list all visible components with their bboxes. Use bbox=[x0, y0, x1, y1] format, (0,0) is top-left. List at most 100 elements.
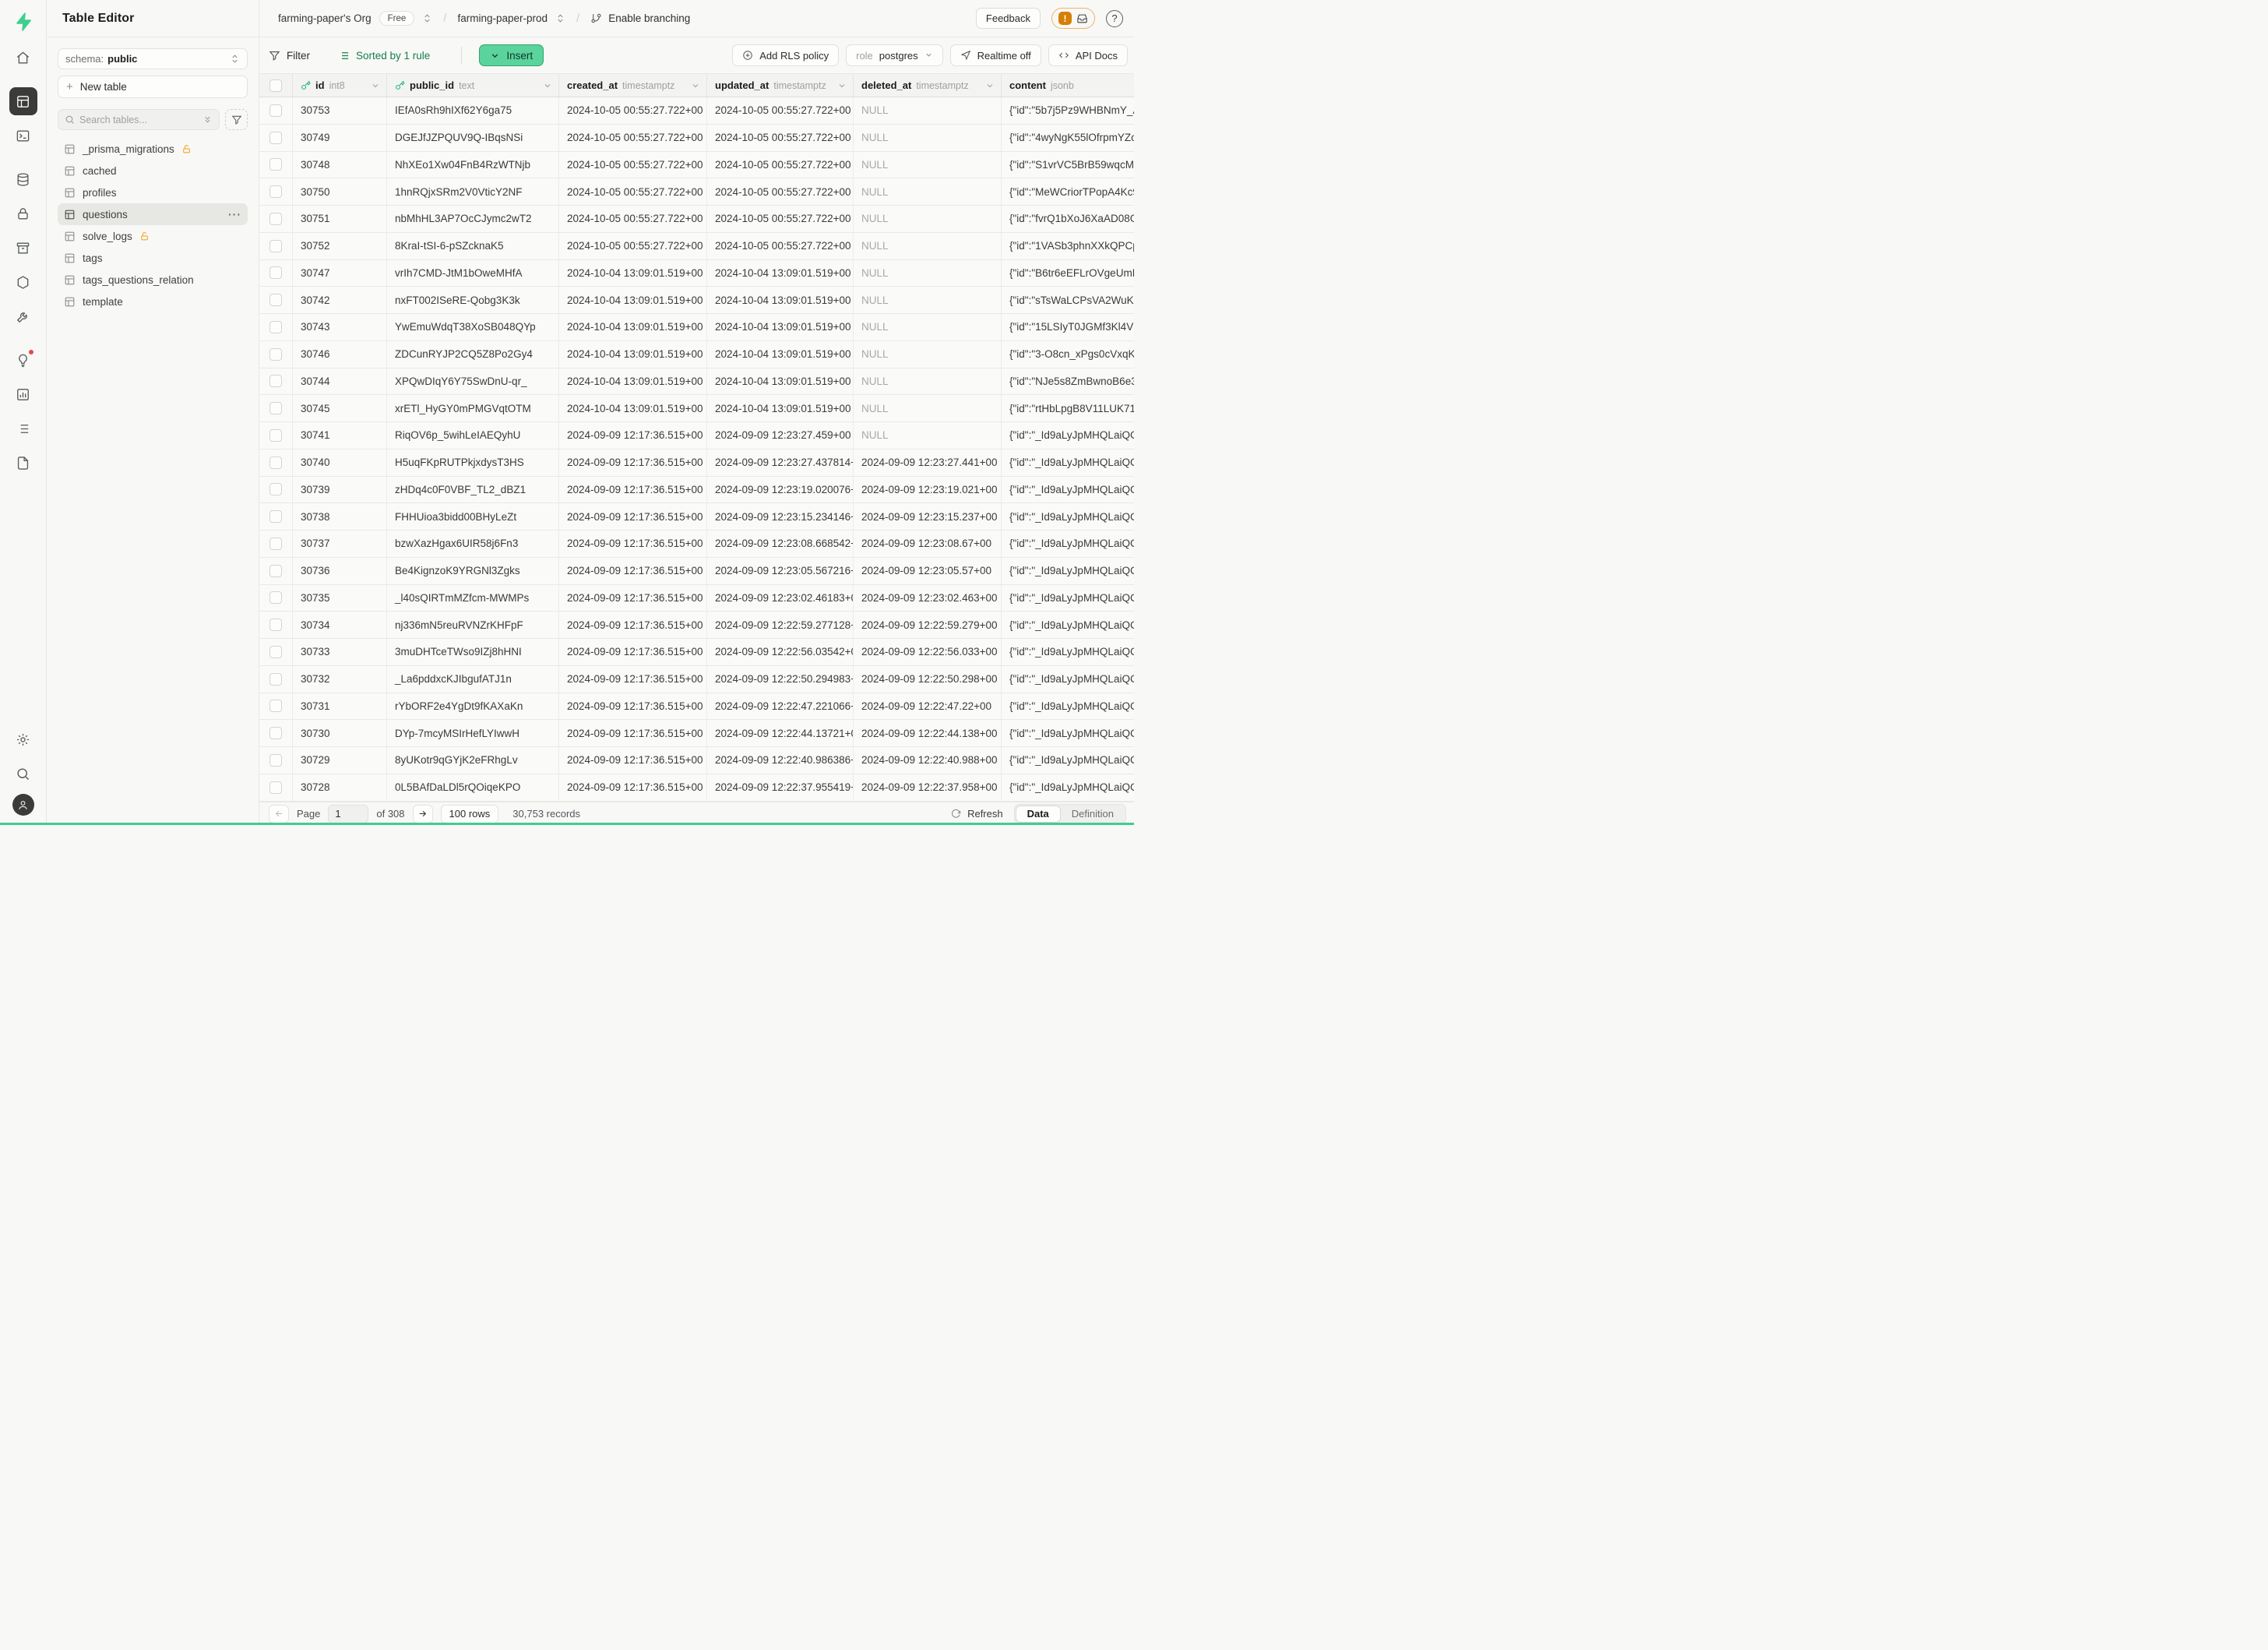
cell-content[interactable]: {"id":"NJe5s8ZmBwnoB6e3s bbox=[1002, 368, 1134, 395]
cell-content[interactable]: {"id":"_Id9aLyJpMHQLaiQC bbox=[1002, 747, 1134, 774]
table-row[interactable]: 30743 YwEmuWdqT38XoSB048QYp 2024-10-04 1… bbox=[259, 314, 1134, 341]
cell-updated-at[interactable]: 2024-10-04 13:09:01.519+00 bbox=[707, 395, 854, 421]
cell-deleted-at[interactable]: NULL bbox=[854, 178, 1002, 205]
next-page-button[interactable] bbox=[413, 805, 433, 823]
cell-updated-at[interactable]: 2024-09-09 12:23:05.567216+00 bbox=[707, 558, 854, 584]
cell-public-id[interactable]: 0L5BAfDaLDl5rQOiqeKPO bbox=[387, 774, 559, 801]
nav-sql-editor-icon[interactable] bbox=[9, 122, 37, 150]
cell-id[interactable]: 30730 bbox=[293, 720, 387, 746]
cell-created-at[interactable]: 2024-09-09 12:17:36.515+00 bbox=[559, 477, 707, 503]
cell-created-at[interactable]: 2024-10-05 00:55:27.722+00 bbox=[559, 97, 707, 124]
cell-created-at[interactable]: 2024-09-09 12:17:36.515+00 bbox=[559, 666, 707, 693]
cell-deleted-at[interactable]: 2024-09-09 12:23:05.57+00 bbox=[854, 558, 1002, 584]
table-item-menu-icon[interactable]: ··· bbox=[228, 208, 241, 220]
table-row[interactable]: 30745 xrETl_HyGY0mPMGVqtOTM 2024-10-04 1… bbox=[259, 395, 1134, 422]
chevron-down-icon[interactable] bbox=[543, 81, 552, 90]
previous-page-button[interactable] bbox=[269, 805, 289, 823]
row-checkbox[interactable] bbox=[269, 457, 282, 469]
cell-public-id[interactable]: rYbORF2e4YgDt9fKAXaKn bbox=[387, 693, 559, 720]
row-checkbox[interactable] bbox=[269, 727, 282, 739]
cell-deleted-at[interactable]: NULL bbox=[854, 233, 1002, 259]
sidebar-table-tags[interactable]: tags bbox=[58, 247, 248, 269]
refresh-button[interactable]: Refresh bbox=[951, 808, 1003, 820]
cell-created-at[interactable]: 2024-10-04 13:09:01.519+00 bbox=[559, 287, 707, 313]
cell-created-at[interactable]: 2024-09-09 12:17:36.515+00 bbox=[559, 558, 707, 584]
table-filter-button[interactable] bbox=[225, 109, 248, 130]
cell-public-id[interactable]: 8KraI-tSI-6-pSZcknaK5 bbox=[387, 233, 559, 259]
sidebar-table-template[interactable]: template bbox=[58, 291, 248, 312]
cell-deleted-at[interactable]: 2024-09-09 12:22:47.22+00 bbox=[854, 693, 1002, 720]
table-row[interactable]: 30749 DGEJfJZPQUV9Q-IBqsNSi 2024-10-05 0… bbox=[259, 125, 1134, 152]
cell-id[interactable]: 30748 bbox=[293, 152, 387, 178]
cell-updated-at[interactable]: 2024-09-09 12:23:19.020076+00 bbox=[707, 477, 854, 503]
table-row[interactable]: 30746 ZDCunRYJP2CQ5Z8Po2Gy4 2024-10-04 1… bbox=[259, 341, 1134, 368]
cell-content[interactable]: {"id":"_Id9aLyJpMHQLaiQC bbox=[1002, 666, 1134, 693]
cell-updated-at[interactable]: 2024-10-04 13:09:01.519+00 bbox=[707, 368, 854, 395]
table-row[interactable]: 30732 _La6pddxcKJIbgufATJ1n 2024-09-09 1… bbox=[259, 666, 1134, 693]
cell-updated-at[interactable]: 2024-10-05 00:55:27.722+00 bbox=[707, 152, 854, 178]
row-checkbox[interactable] bbox=[269, 510, 282, 523]
cell-updated-at[interactable]: 2024-09-09 12:23:27.459+00 bbox=[707, 422, 854, 449]
cell-deleted-at[interactable]: NULL bbox=[854, 341, 1002, 368]
table-row[interactable]: 30742 nxFT002ISeRE-Qobg3K3k 2024-10-04 1… bbox=[259, 287, 1134, 314]
cell-id[interactable]: 30729 bbox=[293, 747, 387, 774]
cell-id[interactable]: 30731 bbox=[293, 693, 387, 720]
cell-id[interactable]: 30740 bbox=[293, 450, 387, 476]
new-table-button[interactable]: + New table bbox=[58, 76, 248, 98]
cell-deleted-at[interactable]: 2024-09-09 12:23:15.237+00 bbox=[854, 503, 1002, 530]
row-checkbox[interactable] bbox=[269, 781, 282, 794]
nav-tools-wrench-icon[interactable] bbox=[9, 302, 37, 330]
cell-created-at[interactable]: 2024-09-09 12:17:36.515+00 bbox=[559, 774, 707, 801]
cell-id[interactable]: 30737 bbox=[293, 531, 387, 557]
realtime-toggle-button[interactable]: Realtime off bbox=[950, 44, 1041, 66]
cell-created-at[interactable]: 2024-10-04 13:09:01.519+00 bbox=[559, 395, 707, 421]
column-header-public-id[interactable]: public_id text bbox=[387, 74, 559, 97]
nav-database-icon[interactable] bbox=[9, 165, 37, 193]
table-row[interactable]: 30730 DYp-7mcyMSIrHefLYIwwH 2024-09-09 1… bbox=[259, 720, 1134, 747]
cell-id[interactable]: 30750 bbox=[293, 178, 387, 205]
cell-content[interactable]: {"id":"S1vrVC5BrB59wqcM4 bbox=[1002, 152, 1134, 178]
cell-content[interactable]: {"id":"_Id9aLyJpMHQLaiQC bbox=[1002, 774, 1134, 801]
sidebar-table-profiles[interactable]: profiles bbox=[58, 182, 248, 203]
user-avatar[interactable] bbox=[12, 794, 34, 816]
cell-public-id[interactable]: 1hnRQjxSRm2V0VticY2NF bbox=[387, 178, 559, 205]
cell-content[interactable]: {"id":"_Id9aLyJpMHQLaiQC bbox=[1002, 720, 1134, 746]
cell-updated-at[interactable]: 2024-09-09 12:22:59.277128+00 bbox=[707, 612, 854, 638]
settings-gear-icon[interactable] bbox=[9, 725, 37, 753]
cell-created-at[interactable]: 2024-09-09 12:17:36.515+00 bbox=[559, 747, 707, 774]
cell-public-id[interactable]: 3muDHTceTWso9IZj8hHNI bbox=[387, 639, 559, 665]
page-number-input[interactable] bbox=[328, 805, 368, 823]
chevron-down-icon[interactable] bbox=[985, 81, 995, 90]
cell-created-at[interactable]: 2024-09-09 12:17:36.515+00 bbox=[559, 503, 707, 530]
cell-deleted-at[interactable]: 2024-09-09 12:23:27.441+00 bbox=[854, 450, 1002, 476]
table-row[interactable]: 30750 1hnRQjxSRm2V0VticY2NF 2024-10-05 0… bbox=[259, 178, 1134, 206]
table-row[interactable]: 30735 _l40sQIRTmMZfcm-MWMPs 2024-09-09 1… bbox=[259, 585, 1134, 612]
cell-id[interactable]: 30736 bbox=[293, 558, 387, 584]
cell-created-at[interactable]: 2024-09-09 12:17:36.515+00 bbox=[559, 531, 707, 557]
cell-created-at[interactable]: 2024-09-09 12:17:36.515+00 bbox=[559, 720, 707, 746]
table-row[interactable]: 30731 rYbORF2e4YgDt9fKAXaKn 2024-09-09 1… bbox=[259, 693, 1134, 721]
cell-public-id[interactable]: H5uqFKpRUTPkjxdysT3HS bbox=[387, 450, 559, 476]
cell-id[interactable]: 30749 bbox=[293, 125, 387, 151]
row-checkbox[interactable] bbox=[269, 538, 282, 550]
nav-docs-icon[interactable] bbox=[9, 449, 37, 477]
cell-id[interactable]: 30741 bbox=[293, 422, 387, 449]
table-row[interactable]: 30734 nj336mN5reuRVNZrKHFpF 2024-09-09 1… bbox=[259, 612, 1134, 639]
cell-public-id[interactable]: RiqOV6p_5wihLeIAEQyhU bbox=[387, 422, 559, 449]
row-checkbox[interactable] bbox=[269, 132, 282, 144]
cell-deleted-at[interactable]: 2024-09-09 12:22:37.958+00 bbox=[854, 774, 1002, 801]
chevron-down-icon[interactable] bbox=[691, 81, 700, 90]
cell-id[interactable]: 30733 bbox=[293, 639, 387, 665]
cell-content[interactable]: {"id":"_Id9aLyJpMHQLaiQC bbox=[1002, 558, 1134, 584]
cell-deleted-at[interactable]: 2024-09-09 12:22:44.138+00 bbox=[854, 720, 1002, 746]
cell-public-id[interactable]: _l40sQIRTmMZfcm-MWMPs bbox=[387, 585, 559, 612]
cell-created-at[interactable]: 2024-10-05 00:55:27.722+00 bbox=[559, 206, 707, 232]
feedback-button[interactable]: Feedback bbox=[976, 8, 1041, 29]
cell-public-id[interactable]: nj336mN5reuRVNZrKHFpF bbox=[387, 612, 559, 638]
cell-id[interactable]: 30734 bbox=[293, 612, 387, 638]
cell-created-at[interactable]: 2024-10-04 13:09:01.519+00 bbox=[559, 314, 707, 340]
nav-table-editor-icon[interactable] bbox=[9, 87, 37, 115]
cell-public-id[interactable]: IEfA0sRh9hIXf62Y6ga75 bbox=[387, 97, 559, 124]
cell-public-id[interactable]: nxFT002ISeRE-Qobg3K3k bbox=[387, 287, 559, 313]
cell-content[interactable]: {"id":"_Id9aLyJpMHQLaiQC bbox=[1002, 477, 1134, 503]
